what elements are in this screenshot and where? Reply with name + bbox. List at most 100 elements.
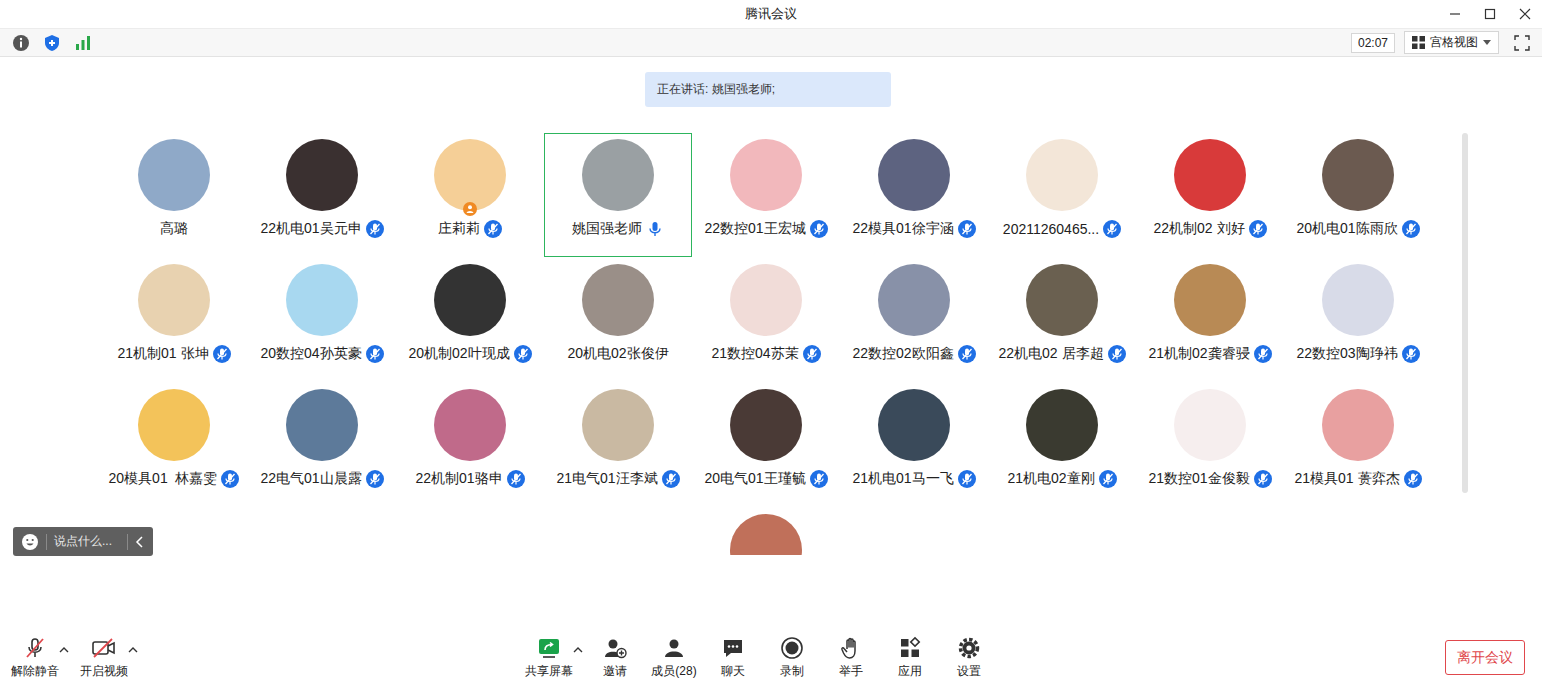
mic-speaking-icon: [646, 220, 664, 238]
participant-name: 22机制01骆申: [415, 470, 502, 488]
participant-tile[interactable]: 22数控02欧阳鑫: [840, 258, 988, 382]
toolbar-button[interactable]: 成员(28): [647, 632, 701, 680]
mic-muted-icon: [366, 345, 384, 363]
participant-name: 庄莉莉: [438, 220, 480, 238]
participant-name: 21机制01 张坤: [117, 345, 208, 363]
participant-name-row: 21数控04苏茉: [711, 344, 820, 364]
quick-chat-input[interactable]: 说点什么...: [13, 527, 153, 556]
participant-tile[interactable]: 22数控03陶琤祎: [1284, 258, 1432, 382]
shield-icon[interactable]: [43, 34, 61, 52]
participant-tile[interactable]: 22数控01王宏城: [692, 133, 840, 257]
grid-scrollbar[interactable]: [1462, 133, 1468, 493]
participant-tile[interactable]: 22机电02 居李超: [988, 258, 1136, 382]
participant-tile[interactable]: 22机制02 刘好: [1136, 133, 1284, 257]
collapse-icon[interactable]: [135, 536, 145, 548]
mic-muted-icon: [507, 470, 525, 488]
participant-avatar: [138, 264, 210, 336]
participant-tile[interactable]: 20电气01王瑾毓: [692, 383, 840, 507]
mic-muted-icon: [514, 345, 532, 363]
participant-avatar: [1174, 139, 1246, 211]
participant-name-row: 21模具01 蒉弈杰: [1294, 469, 1421, 489]
participant-tile[interactable]: 20数控04孙英豪: [248, 258, 396, 382]
participant-tile[interactable]: 21机电02童刚: [988, 383, 1136, 507]
participant-avatar: [286, 264, 358, 336]
participant-tile[interactable]: 20211260465...: [988, 133, 1136, 257]
mic-muted-icon: [1249, 220, 1267, 238]
participant-tile[interactable]: 20机电01陈雨欣: [1284, 133, 1432, 257]
close-icon[interactable]: [1518, 7, 1532, 21]
participant-name: 22机电01吴元申: [260, 220, 361, 238]
caret-up-icon[interactable]: [59, 646, 69, 653]
signal-icon[interactable]: [74, 34, 92, 52]
toolbar-button[interactable]: 应用: [883, 632, 937, 680]
emoji-icon[interactable]: [21, 533, 39, 551]
participant-tile[interactable]: 高璐: [100, 133, 248, 257]
participant-tile[interactable]: 21数控01金俊毅: [1136, 383, 1284, 507]
participant-tile[interactable]: 21模具01 蒉弈杰: [1284, 383, 1432, 507]
participant-tile[interactable]: 20机电02张俊伊: [544, 258, 692, 382]
participant-tile[interactable]: 21机制02龚睿骎: [1136, 258, 1284, 382]
participant-tile[interactable]: 21机制01 张坤: [100, 258, 248, 382]
mic-muted-icon: [958, 345, 976, 363]
mic-muted-icon: [803, 345, 821, 363]
participant-name-row: 22电气01山晨露: [260, 469, 383, 489]
toolbar-label: 聊天: [721, 663, 745, 680]
invite-icon: [603, 636, 627, 660]
participant-tile[interactable]: 22机制01骆申: [396, 383, 544, 507]
participant-avatar: [1174, 389, 1246, 461]
participant-tile[interactable]: 21数控04苏茉: [692, 258, 840, 382]
participant-avatar: [138, 389, 210, 461]
toolbar-button[interactable]: 举手: [824, 632, 878, 680]
participant-name-row: 20模具01 林嘉雯: [109, 469, 240, 489]
participant-tile[interactable]: 22机电01吴元申: [248, 133, 396, 257]
caret-up-icon[interactable]: [128, 646, 138, 653]
participant-tile[interactable]: 20机制02叶现成: [396, 258, 544, 382]
toolbar-label: 举手: [839, 663, 863, 680]
mic-muted-icon: [662, 470, 680, 488]
toolbar-button[interactable]: 录制: [765, 632, 819, 680]
participant-name-row: 21数控01金俊毅: [1148, 469, 1271, 489]
participant-avatar: [878, 139, 950, 211]
caret-up-icon[interactable]: [573, 646, 583, 653]
toolbar-label: 录制: [780, 663, 804, 680]
toolbar-button[interactable]: 邀请: [588, 632, 642, 680]
info-icon[interactable]: [12, 34, 30, 52]
participant-name-row: 22数控01王宏城: [704, 219, 827, 239]
toolbar-button[interactable]: 共享屏幕: [522, 632, 576, 680]
toolbar-label: 设置: [957, 663, 981, 680]
participant-name-row: 22机电01吴元申: [260, 219, 383, 239]
participant-name-row: 22模具01徐宇涵: [852, 219, 975, 239]
participant-tile[interactable]: 20模具01 林嘉雯: [100, 383, 248, 507]
minimize-icon[interactable]: [1448, 7, 1462, 21]
participant-tile[interactable]: 22电气01山晨露: [248, 383, 396, 507]
participant-tile[interactable]: 22模具01徐宇涵: [840, 133, 988, 257]
leave-meeting-button[interactable]: 离开会议: [1445, 640, 1525, 675]
participant-tile[interactable]: [692, 508, 840, 555]
top-toolbar: 02:07宫格视图: [0, 28, 1542, 57]
participant-avatar: [730, 139, 802, 211]
toolbar-button[interactable]: 聊天: [706, 632, 760, 680]
fullscreen-icon[interactable]: [1514, 35, 1530, 51]
view-switch-button[interactable]: 宫格视图: [1404, 31, 1499, 54]
participant-name-row: 20电气01王瑾毓: [704, 469, 827, 489]
raise-hand-icon: [839, 636, 863, 660]
participant-name: 姚国强老师: [572, 220, 642, 238]
participant-avatar: [1026, 264, 1098, 336]
participant-name: 22数控03陶琤祎: [1296, 345, 1397, 363]
participant-avatar: [730, 264, 802, 336]
participant-name-row: 21机制02龚睿骎: [1148, 344, 1271, 364]
control-button[interactable]: 解除静音: [8, 632, 62, 680]
participant-tile[interactable]: 姚国强老师: [544, 133, 692, 257]
participant-tile[interactable]: 21电气01汪李斌: [544, 383, 692, 507]
mic-muted-icon: [958, 220, 976, 238]
participant-tile[interactable]: 庄莉莉: [396, 133, 544, 257]
toolbar-label: 共享屏幕: [525, 663, 573, 680]
caret-down-icon: [1483, 40, 1491, 46]
participant-name-row: 姚国强老师: [572, 219, 664, 239]
participant-tile[interactable]: 21机电01马一飞: [840, 383, 988, 507]
toolbar-button[interactable]: 设置: [942, 632, 996, 680]
control-button[interactable]: 开启视频: [77, 632, 131, 680]
maximize-icon[interactable]: [1483, 7, 1497, 21]
participant-name-row: 20211260465...: [1003, 219, 1121, 239]
participant-avatar: [1322, 264, 1394, 336]
